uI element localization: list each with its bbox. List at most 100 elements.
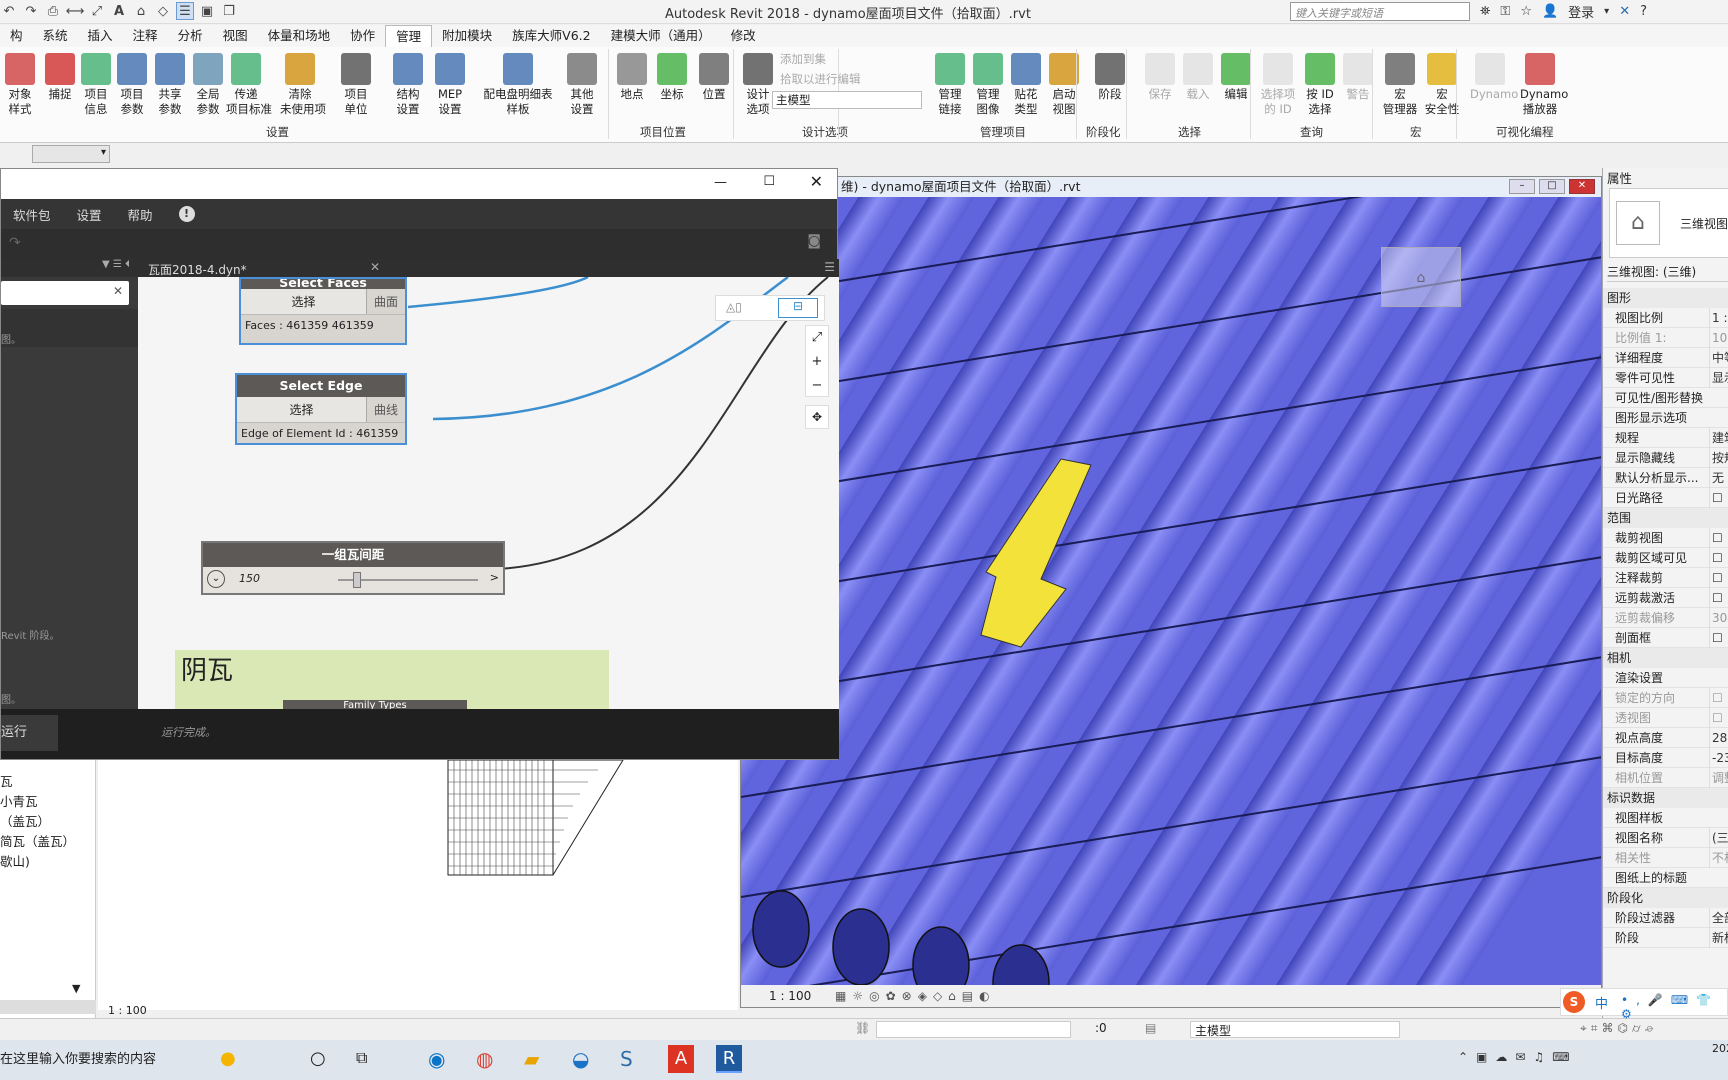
property-row[interactable]: 远剪裁偏移 304 (1603, 608, 1728, 628)
property-row[interactable]: 视点高度 287 (1603, 728, 1728, 748)
property-value[interactable]: 新构 (1709, 928, 1728, 948)
property-value[interactable]: (三维 (1709, 828, 1728, 848)
view-toggle[interactable]: ◬▯ ⊟ (715, 295, 825, 321)
menu-tab-10[interactable]: 族库大师V6.2 (502, 25, 600, 47)
property-value[interactable]: 调整 (1709, 768, 1728, 788)
view-scale[interactable]: 1 : 100 (769, 989, 811, 1003)
expand-icon[interactable]: ⌄ (207, 570, 225, 588)
property-row[interactable]: 详细程度 中等 (1603, 348, 1728, 368)
text-icon[interactable]: A (110, 2, 128, 20)
ribbon-button-17[interactable]: 管理 链接 (930, 53, 970, 117)
ribbon-button-15[interactable]: 位置 (694, 53, 734, 102)
menu-tab-2[interactable]: 插入 (78, 25, 123, 47)
menu-tab-9[interactable]: 附加模块 (432, 25, 502, 47)
slider-thumb[interactable] (353, 572, 361, 588)
property-value[interactable]: ☐ (1709, 568, 1728, 588)
star-icon[interactable]: ☆ (1520, 4, 1532, 19)
add-to-set-button[interactable]: 添加到集 (780, 51, 826, 67)
menu-tab-7[interactable]: 协作 (340, 25, 385, 47)
library-search-input[interactable]: ✕ (1, 281, 129, 305)
property-row[interactable]: 比例值 1: 100 (1603, 328, 1728, 348)
ime-mode[interactable]: 中 (1595, 993, 1608, 1012)
zoom-fit-icon[interactable]: ⤢ (806, 326, 828, 350)
ribbon-button-12[interactable]: 其他 设置 (562, 53, 602, 117)
taskbar-search[interactable]: 在这里输入你要搜索的内容 (0, 1044, 200, 1076)
ribbon-button-10[interactable]: MEP 设置 (430, 53, 470, 117)
file-explorer-icon[interactable]: ▰ (524, 1047, 539, 1071)
ribbon-button-1[interactable]: 捕捉 (40, 53, 80, 102)
property-group[interactable]: 阶段化 (1603, 888, 1728, 908)
ribbon-button-7[interactable]: 清除 未使用项 (280, 53, 326, 117)
ribbon-button-6[interactable]: 传递 项目标准 (226, 53, 272, 117)
library-item[interactable] (1, 309, 138, 347)
browser-item[interactable]: 小青瓦 (0, 792, 75, 812)
dimension-icon[interactable]: ⤢ (88, 2, 106, 20)
cortana-icon[interactable]: ○ (310, 1048, 326, 1069)
undo-icon[interactable]: ↶ (0, 2, 18, 20)
maximize-icon[interactable]: ☐ (763, 174, 775, 189)
ribbon-button-22[interactable]: 保存 (1140, 53, 1180, 102)
menu-tab-12[interactable]: 修改 (721, 25, 766, 47)
menu-tab-6[interactable]: 体量和场地 (258, 25, 341, 47)
property-row[interactable]: 视图名称 (三维 (1603, 828, 1728, 848)
property-row[interactable]: 默认分析显示... 无 (1603, 468, 1728, 488)
menu-tab-1[interactable]: 系统 (33, 25, 78, 47)
output-port[interactable]: 曲线 (367, 397, 405, 422)
type-selector-dropdown[interactable]: ▾ (32, 145, 110, 163)
property-value[interactable]: ☐ (1709, 488, 1728, 508)
ribbon-button-11[interactable]: 配电盘明细表 样板 (476, 53, 560, 117)
property-row[interactable]: 视图样板 (1603, 808, 1728, 828)
camera-icon[interactable]: ◙ (807, 233, 821, 249)
view-control-icons[interactable]: ▦☼◎✿⊗◈◇⌂▤◐ (835, 989, 996, 1003)
plan-view-area[interactable]: 1 : 100 (98, 760, 738, 1017)
property-value[interactable]: 1 : (1709, 308, 1728, 328)
ribbon-button-3[interactable]: 项目 参数 (112, 53, 152, 117)
3d-view-icon[interactable]: ⌂ (132, 2, 150, 20)
help-search-input[interactable]: 键入关键字或短语 (1290, 2, 1470, 21)
minimize-icon[interactable]: — (714, 175, 727, 190)
browser-item[interactable]: 瓦 (0, 772, 75, 792)
property-row[interactable]: 阶段 新构 (1603, 928, 1728, 948)
property-row[interactable]: 图形显示选项 (1603, 408, 1728, 428)
property-row[interactable]: 剖面框 ☐ (1603, 628, 1728, 648)
ribbon-button-25[interactable]: 选择项 的 ID (1258, 53, 1298, 117)
property-value[interactable]: ☐ (1709, 708, 1728, 728)
property-value[interactable]: 不相 (1709, 848, 1728, 868)
help-icon[interactable]: ? (1640, 4, 1647, 19)
property-value[interactable]: ☐ (1709, 628, 1728, 648)
property-value[interactable]: 全部 (1709, 908, 1728, 928)
close-icon[interactable]: ✕ (1569, 179, 1595, 194)
property-value[interactable]: 建筑 (1709, 428, 1728, 448)
group-box[interactable]: 阴瓦 Family Types (175, 650, 609, 709)
menu-tab-3[interactable]: 注释 (123, 25, 168, 47)
chrome-icon[interactable]: ◍ (476, 1047, 493, 1071)
edge-icon[interactable]: ◉ (428, 1047, 445, 1071)
user-icon[interactable]: 👤 (1542, 4, 1558, 19)
maximize-icon[interactable]: □ (1539, 179, 1565, 194)
ribbon-button-30[interactable]: Dynamo (1470, 53, 1518, 102)
property-value[interactable]: -23 (1709, 748, 1728, 768)
property-row[interactable]: 注释裁剪 ☐ (1603, 568, 1728, 588)
minimize-icon[interactable]: – (1509, 179, 1535, 194)
property-row[interactable]: 图纸上的标题 (1603, 868, 1728, 888)
property-row[interactable]: 目标高度 -23 (1603, 748, 1728, 768)
property-row[interactable]: 显示隐藏线 按规 (1603, 448, 1728, 468)
close-icon[interactable]: ✕ (810, 172, 823, 191)
design-option-icon[interactable]: ▤ (1145, 1021, 1156, 1035)
property-row[interactable]: 阶段过滤器 全部 (1603, 908, 1728, 928)
ribbon-button-9[interactable]: 结构 设置 (388, 53, 428, 117)
workset-dropdown[interactable] (876, 1021, 1071, 1038)
login-link[interactable]: 登录 (1568, 2, 1594, 21)
property-value[interactable]: ☐ (1709, 688, 1728, 708)
selection-filter-icons[interactable]: ⌖⌗⌘⌬⌭⌮ (1580, 1021, 1658, 1036)
exchange-icon[interactable]: ✕ (1619, 4, 1630, 19)
ribbon-button-4[interactable]: 共享 参数 (150, 53, 190, 117)
sogou-icon[interactable]: S (1563, 991, 1585, 1013)
run-button[interactable]: 运行 (1, 715, 58, 751)
design-option-select[interactable]: 主模型 (772, 91, 922, 109)
viewcube[interactable]: ⌂ (1381, 247, 1461, 307)
ribbon-button-20[interactable]: 启动 视图 (1044, 53, 1084, 117)
app-s-icon[interactable]: S (620, 1047, 633, 1071)
menu-tab-4[interactable]: 分析 (168, 25, 213, 47)
dynamo-menu-item[interactable]: 设置 (77, 205, 102, 224)
